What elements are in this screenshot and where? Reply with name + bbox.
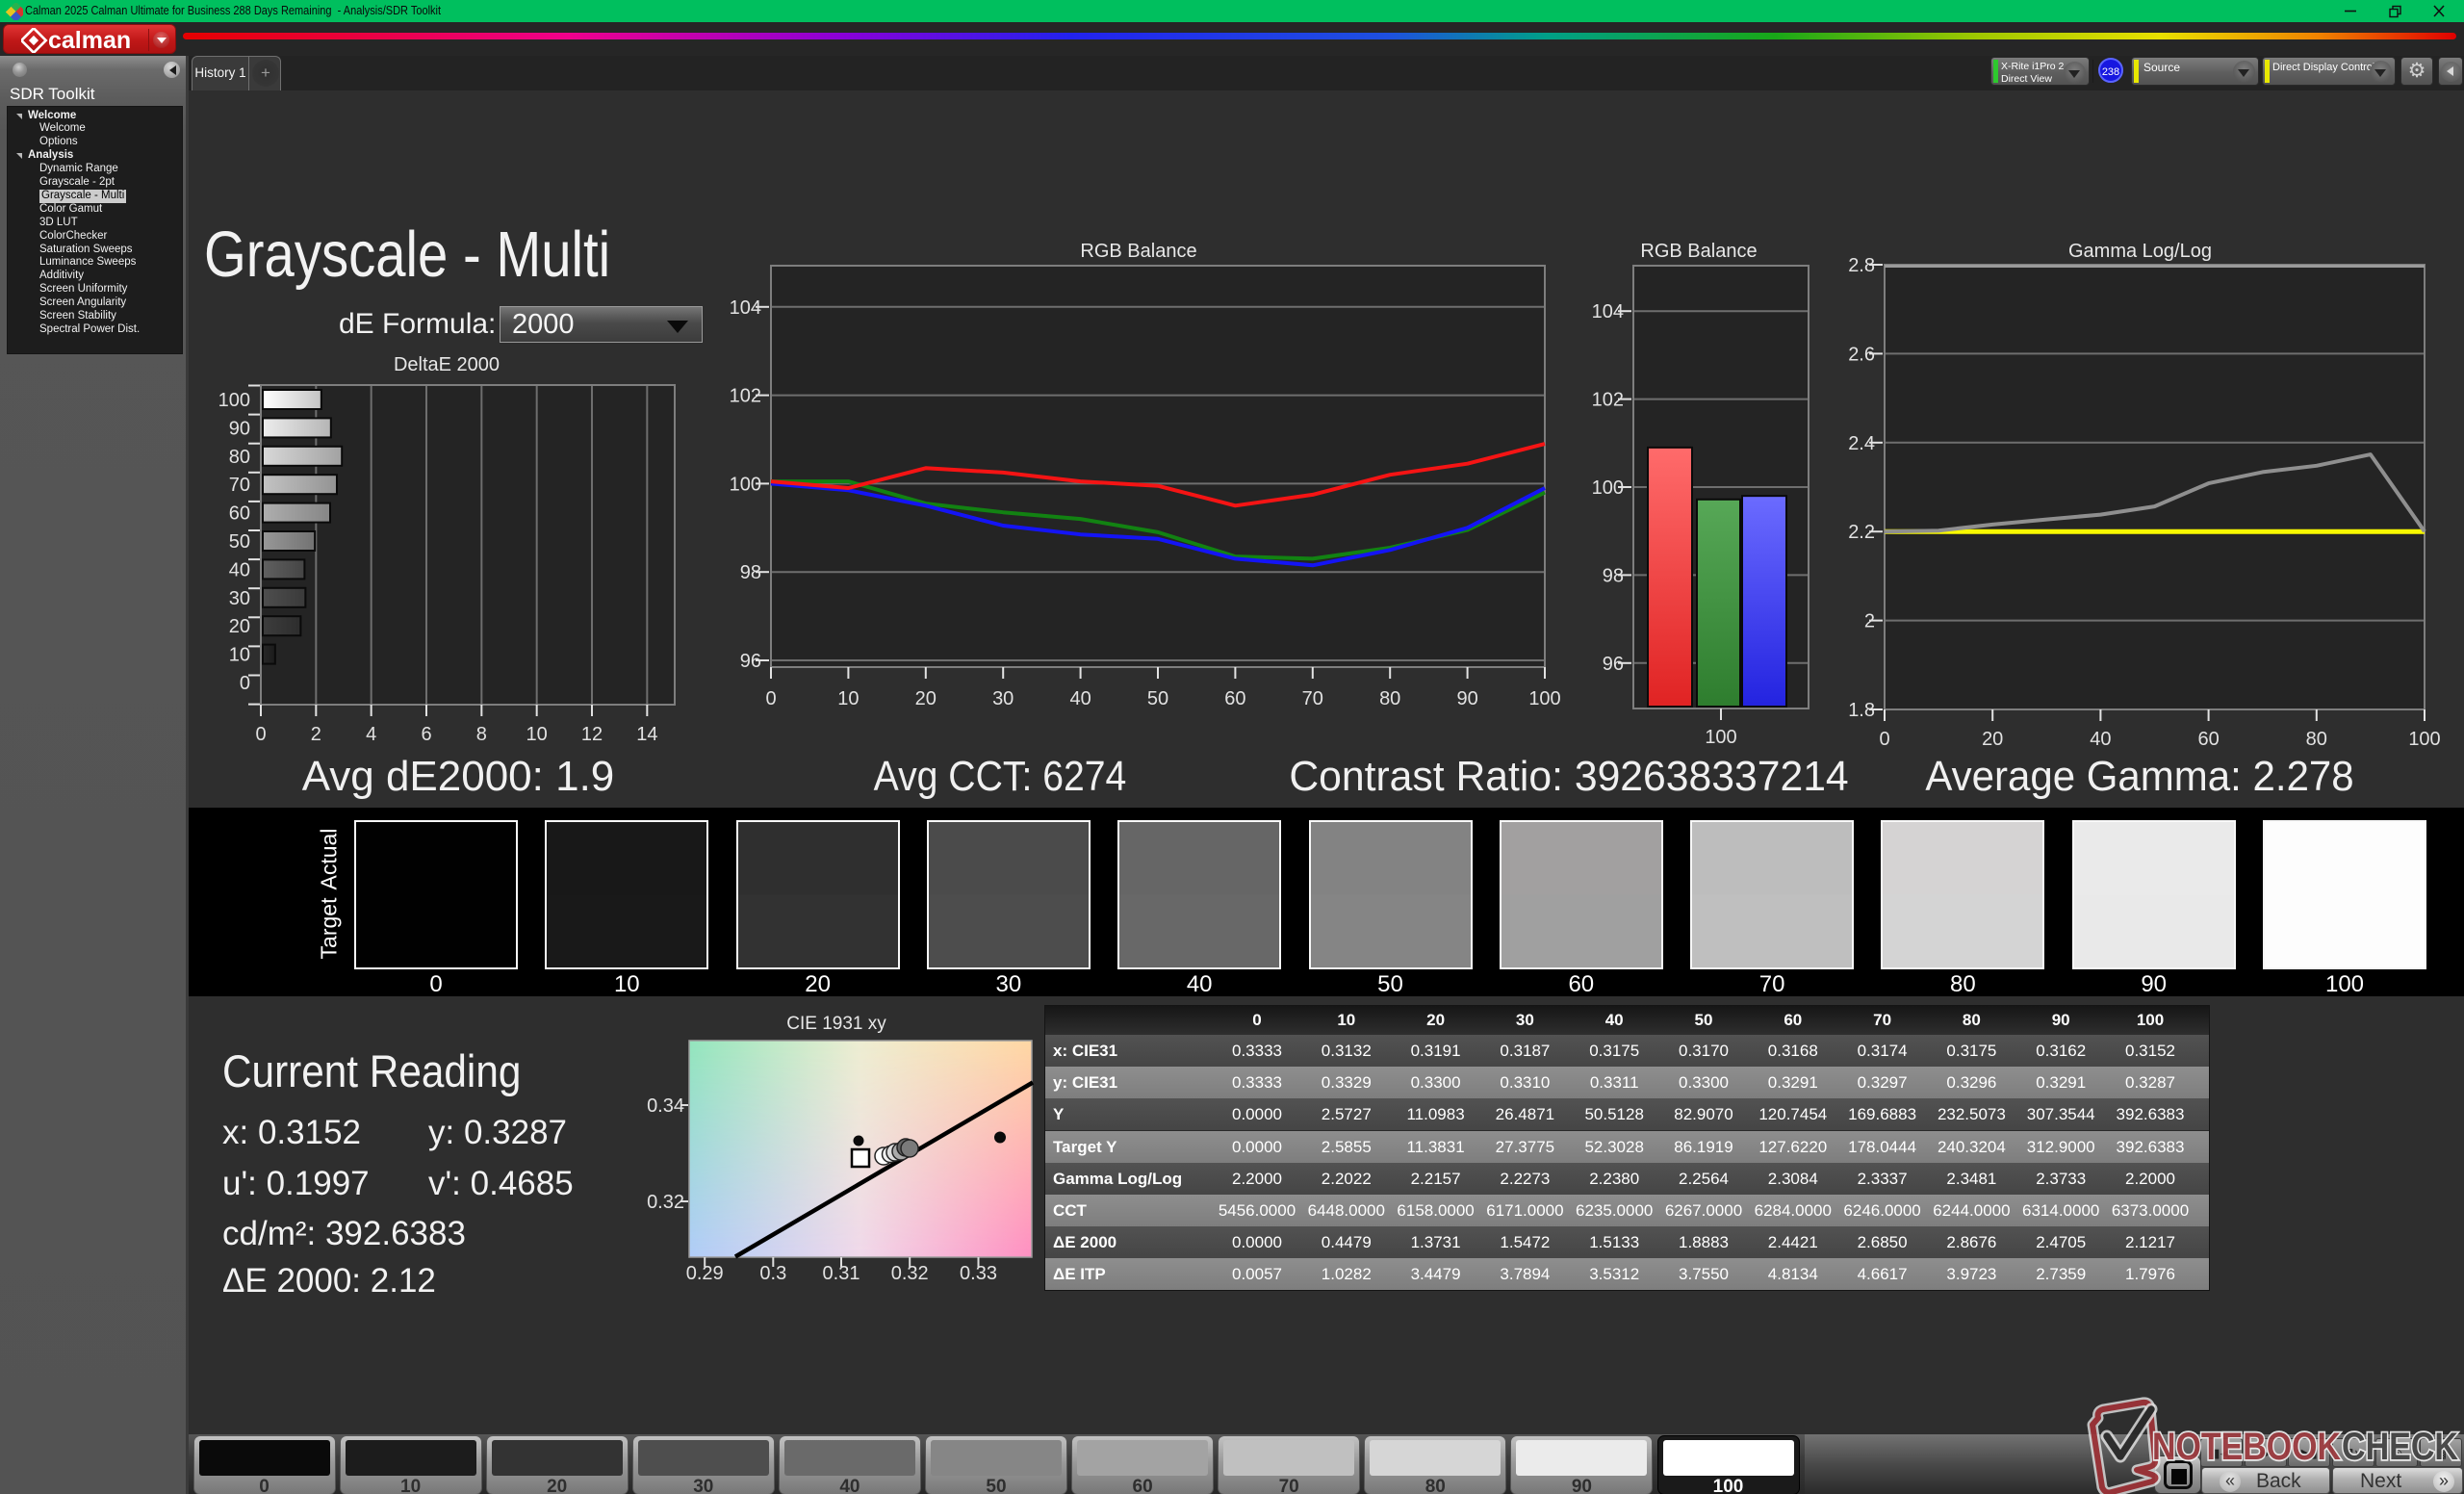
svg-text:12: 12 — [581, 724, 603, 745]
svg-text:98: 98 — [1603, 565, 1624, 586]
svg-text:90: 90 — [1456, 688, 1477, 709]
svg-text:0.32: 0.32 — [647, 1192, 684, 1213]
svg-text:CHECK: CHECK — [2342, 1426, 2458, 1468]
svg-text:0.33: 0.33 — [960, 1263, 997, 1284]
svg-text:100: 100 — [730, 474, 761, 495]
svg-text:0: 0 — [765, 688, 776, 709]
svg-text:10: 10 — [526, 724, 548, 745]
svg-text:20: 20 — [229, 616, 250, 637]
svg-text:100: 100 — [1528, 688, 1560, 709]
svg-text:10: 10 — [229, 645, 250, 666]
svg-text:30: 30 — [229, 588, 250, 609]
svg-text:40: 40 — [2090, 729, 2111, 750]
svg-text:0.3: 0.3 — [759, 1263, 786, 1284]
svg-text:0: 0 — [255, 724, 266, 745]
svg-text:70: 70 — [1302, 688, 1323, 709]
svg-text:100: 100 — [2408, 729, 2440, 750]
svg-text:104: 104 — [1592, 301, 1624, 322]
svg-text:2: 2 — [311, 724, 321, 745]
svg-text:60: 60 — [1224, 688, 1245, 709]
svg-text:4: 4 — [366, 724, 376, 745]
svg-text:0.29: 0.29 — [686, 1263, 724, 1284]
svg-text:100: 100 — [1705, 727, 1736, 748]
svg-text:70: 70 — [229, 475, 250, 496]
svg-text:8: 8 — [476, 724, 487, 745]
svg-text:80: 80 — [1379, 688, 1400, 709]
svg-text:10: 10 — [837, 688, 859, 709]
svg-text:60: 60 — [229, 503, 250, 525]
svg-text:6: 6 — [421, 724, 431, 745]
svg-text:100: 100 — [218, 390, 250, 411]
svg-text:20: 20 — [915, 688, 937, 709]
svg-text:30: 30 — [992, 688, 1014, 709]
svg-text:calman: calman — [48, 28, 131, 53]
svg-text:90: 90 — [229, 418, 250, 439]
svg-text:50: 50 — [1147, 688, 1168, 709]
svg-text:NOTEBOOK: NOTEBOOK — [2152, 1426, 2341, 1468]
svg-text:20: 20 — [1982, 729, 2003, 750]
svg-text:40: 40 — [1069, 688, 1091, 709]
svg-text:40: 40 — [229, 559, 250, 580]
svg-text:60: 60 — [2197, 729, 2219, 750]
svg-text:0: 0 — [1879, 729, 1889, 750]
svg-text:0.32: 0.32 — [891, 1263, 929, 1284]
svg-text:14: 14 — [636, 724, 657, 745]
svg-text:50: 50 — [229, 531, 250, 553]
svg-text:0.34: 0.34 — [647, 1095, 684, 1117]
svg-text:80: 80 — [229, 447, 250, 468]
svg-text:80: 80 — [2306, 729, 2327, 750]
svg-text:0.31: 0.31 — [823, 1263, 860, 1284]
